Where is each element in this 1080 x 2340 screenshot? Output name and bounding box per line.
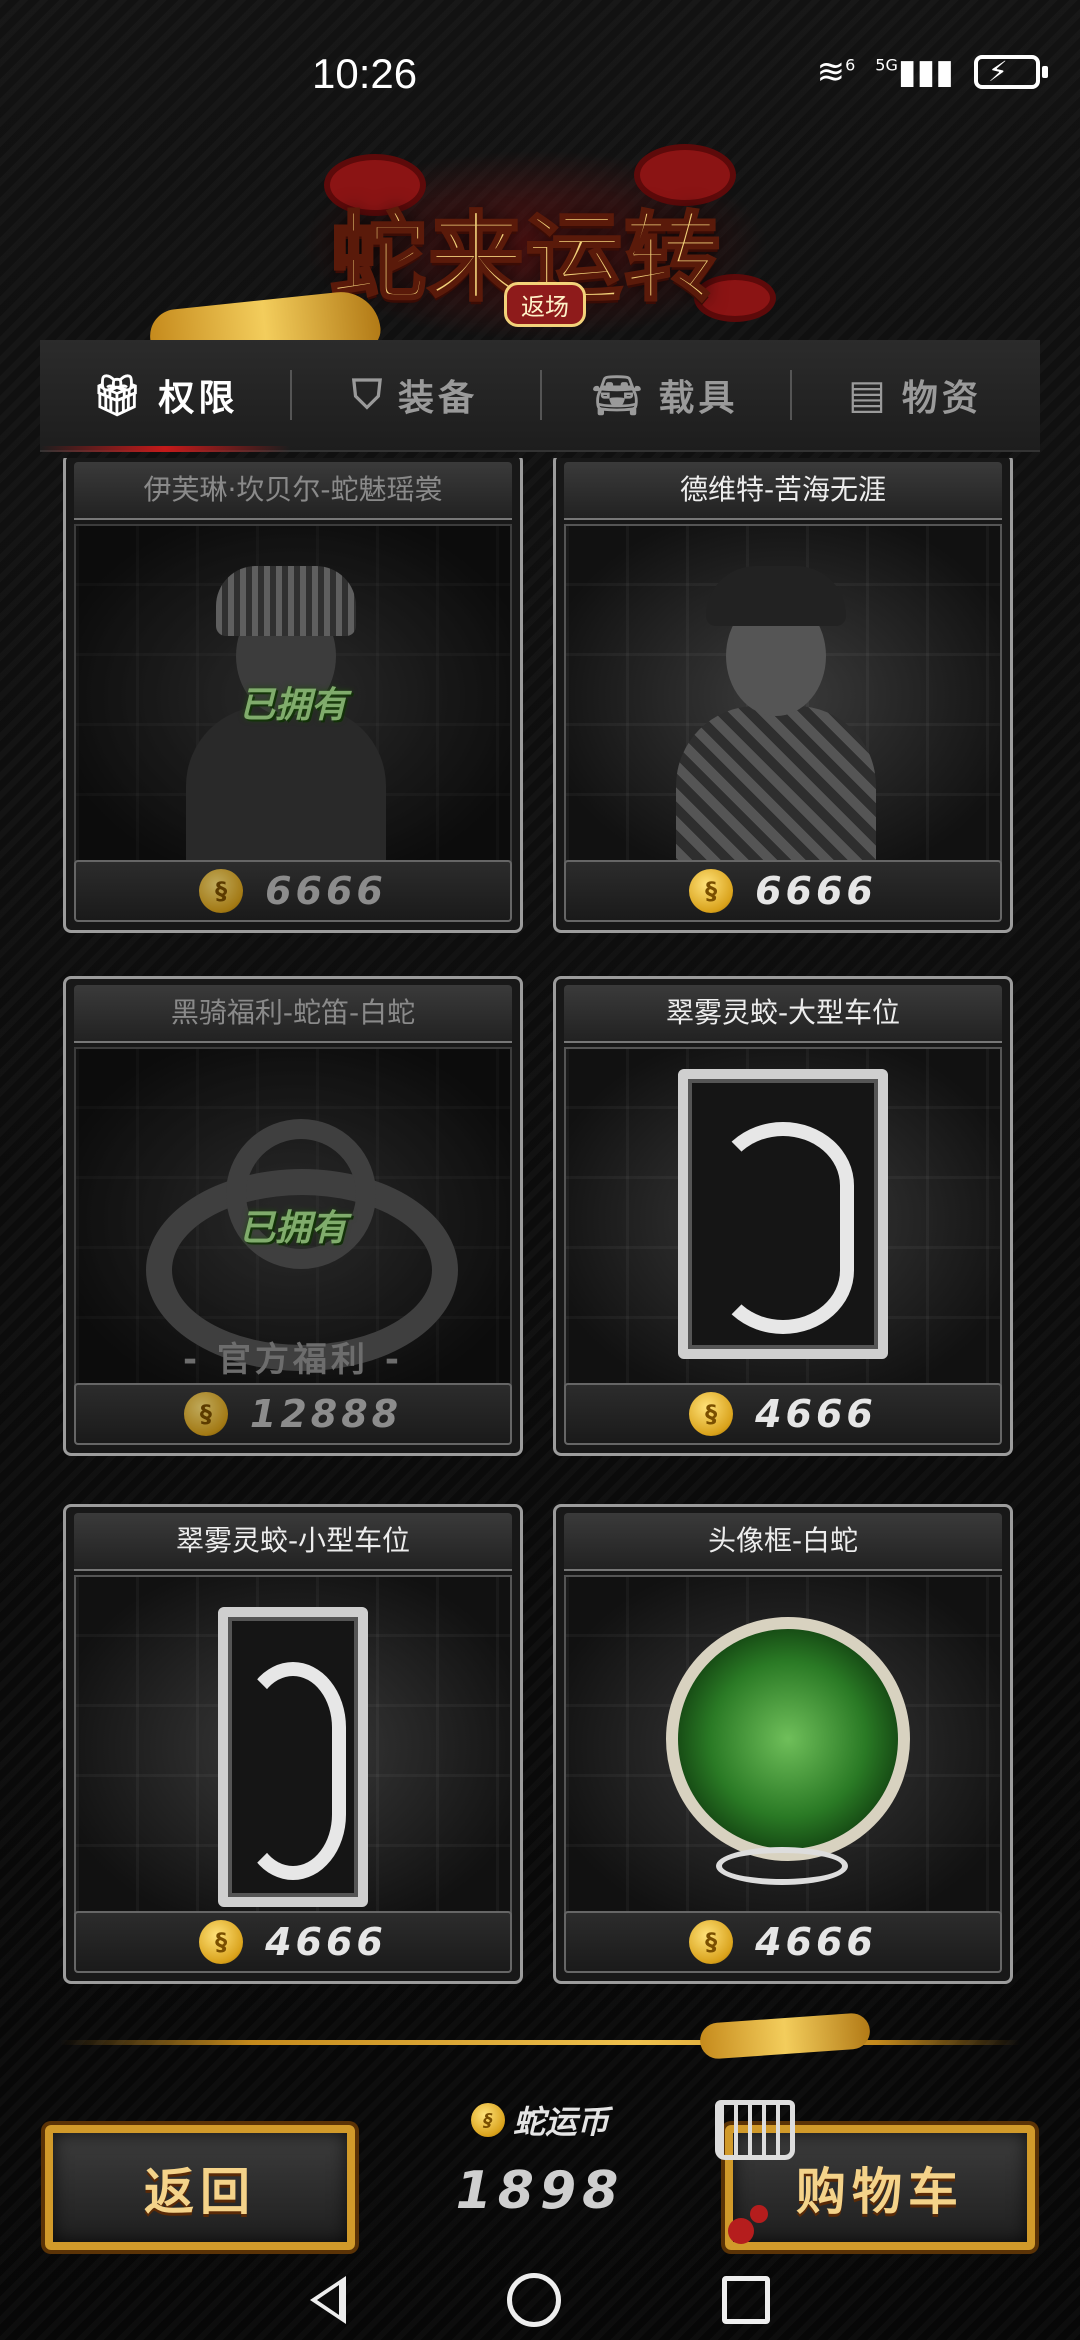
tab-label: 装备 xyxy=(397,378,478,419)
price-bar: § 4666 xyxy=(564,1911,1002,1973)
car-icon: 🚘︎ xyxy=(591,372,647,419)
parking-plate-illustration xyxy=(678,1069,888,1359)
tab-label: 载具 xyxy=(658,378,739,419)
item-price: 4666 xyxy=(265,1920,387,1964)
item-price: 6666 xyxy=(265,869,387,913)
avatar-frame-illustration xyxy=(666,1617,910,1861)
shopping-cart-icon xyxy=(715,2100,795,2160)
avatar-frame-base xyxy=(716,1847,848,1885)
currency-display: § 蛇运币 1898 xyxy=(395,2095,685,2245)
event-header: 蛇来运转 返场 xyxy=(0,140,1080,372)
item-card[interactable]: 德维特-苦海无涯 § 6666 xyxy=(553,458,1013,933)
tab-supplies[interactable]: ▤ 物资 xyxy=(790,340,1040,450)
currency-title-label: 蛇运币 xyxy=(512,2103,609,2141)
owned-label: 已拥有 xyxy=(238,685,347,726)
decor-dot xyxy=(728,2218,754,2244)
item-name: 翠雾灵蛟-大型车位 xyxy=(564,985,1002,1043)
coin-icon: § xyxy=(689,1392,734,1436)
coin-icon: § xyxy=(199,869,244,913)
item-image xyxy=(564,1047,1002,1391)
back-button[interactable]: 返回 xyxy=(45,2125,355,2250)
item-card[interactable]: 头像框-白蛇 § 4666 xyxy=(553,1504,1013,1984)
parking-plate-illustration xyxy=(218,1607,368,1907)
item-name: 德维特-苦海无涯 xyxy=(564,462,1002,520)
crate-icon: ▤ xyxy=(848,372,890,418)
item-image: 已拥有 - 官方福利 - xyxy=(74,1047,512,1391)
currency-title: § 蛇运币 xyxy=(395,2095,685,2145)
battery-icon: ⚡ xyxy=(974,55,1048,89)
status-time: 10:26 xyxy=(312,50,418,97)
price-bar: § 6666 xyxy=(74,860,512,922)
official-benefit-badge: - 官方福利 - xyxy=(183,1340,403,1380)
status-bar: 10:26 ≋6 5G▮▮▮ ⚡ xyxy=(0,0,1080,150)
status-icons: ≋6 5G▮▮▮ ⚡ xyxy=(816,52,1048,92)
item-card[interactable]: 黑骑福利-蛇笛-白蛇 已拥有 - 官方福利 - § 12888 xyxy=(63,976,523,1456)
item-price: 6666 xyxy=(755,869,877,913)
coin-icon: § xyxy=(689,1920,734,1964)
currency-amount: 1898 xyxy=(455,2161,625,2221)
nav-home-icon[interactable] xyxy=(506,2273,561,2327)
owned-label: 已拥有 xyxy=(238,1208,347,1249)
signal-icon: 5G▮▮▮ xyxy=(875,52,954,92)
coin-icon: § xyxy=(199,1920,244,1964)
price-bar: § 4666 xyxy=(564,1383,1002,1445)
item-image xyxy=(564,1575,1002,1919)
item-image xyxy=(74,1575,512,1919)
gift-box-icon: 🎁︎ xyxy=(91,372,147,419)
decor-dot xyxy=(750,2205,768,2223)
price-bar: § 12888 xyxy=(74,1383,512,1445)
wifi-icon: ≋6 xyxy=(816,52,856,92)
system-nav-bar xyxy=(0,2260,1080,2340)
coin-icon: § xyxy=(470,2103,505,2137)
tab-permissions[interactable]: 🎁︎ 权限 xyxy=(40,340,290,452)
item-image: 已拥有 xyxy=(74,524,512,868)
item-price: 4666 xyxy=(755,1920,877,1964)
item-card[interactable]: 伊芙琳·坎贝尔-蛇魅瑶裳 已拥有 § 6666 xyxy=(63,458,523,933)
price-bar: § 6666 xyxy=(564,860,1002,922)
item-card[interactable]: 翠雾灵蛟-小型车位 § 4666 xyxy=(63,1504,523,1984)
item-name: 头像框-白蛇 xyxy=(564,1513,1002,1571)
item-price: 4666 xyxy=(755,1392,877,1436)
item-card[interactable]: 翠雾灵蛟-大型车位 § 4666 xyxy=(553,976,1013,1456)
tab-equipment[interactable]: ⛉ 装备 xyxy=(290,340,540,450)
category-tabs: 🎁︎ 权限 ⛉ 装备 🚘︎ 载具 ▤ 物资 xyxy=(40,340,1040,452)
item-grid: 伊芙琳·坎贝尔-蛇魅瑶裳 已拥有 § 6666 德维特-苦海无涯 § 6666 … xyxy=(0,458,1080,2003)
coin-icon: § xyxy=(183,1392,228,1436)
gold-divider xyxy=(60,2040,1020,2045)
nav-back-icon[interactable] xyxy=(310,2276,347,2324)
event-subtitle: 返场 xyxy=(504,282,586,327)
price-bar: § 4666 xyxy=(74,1911,512,1973)
item-name: 翠雾灵蛟-小型车位 xyxy=(74,1513,512,1571)
item-image xyxy=(564,524,1002,868)
coin-icon: § xyxy=(689,869,734,913)
tab-vehicles[interactable]: 🚘︎ 载具 xyxy=(540,340,790,450)
tab-label: 权限 xyxy=(158,378,239,419)
shield-icon: ⛉ xyxy=(351,372,386,418)
item-price: 12888 xyxy=(249,1392,403,1436)
item-name: 伊芙琳·坎贝尔-蛇魅瑶裳 xyxy=(74,462,512,520)
tab-label: 物资 xyxy=(901,378,982,419)
character-portrait xyxy=(676,566,876,866)
nav-recents-icon[interactable] xyxy=(721,2276,770,2324)
item-name: 黑骑福利-蛇笛-白蛇 xyxy=(74,985,512,1043)
